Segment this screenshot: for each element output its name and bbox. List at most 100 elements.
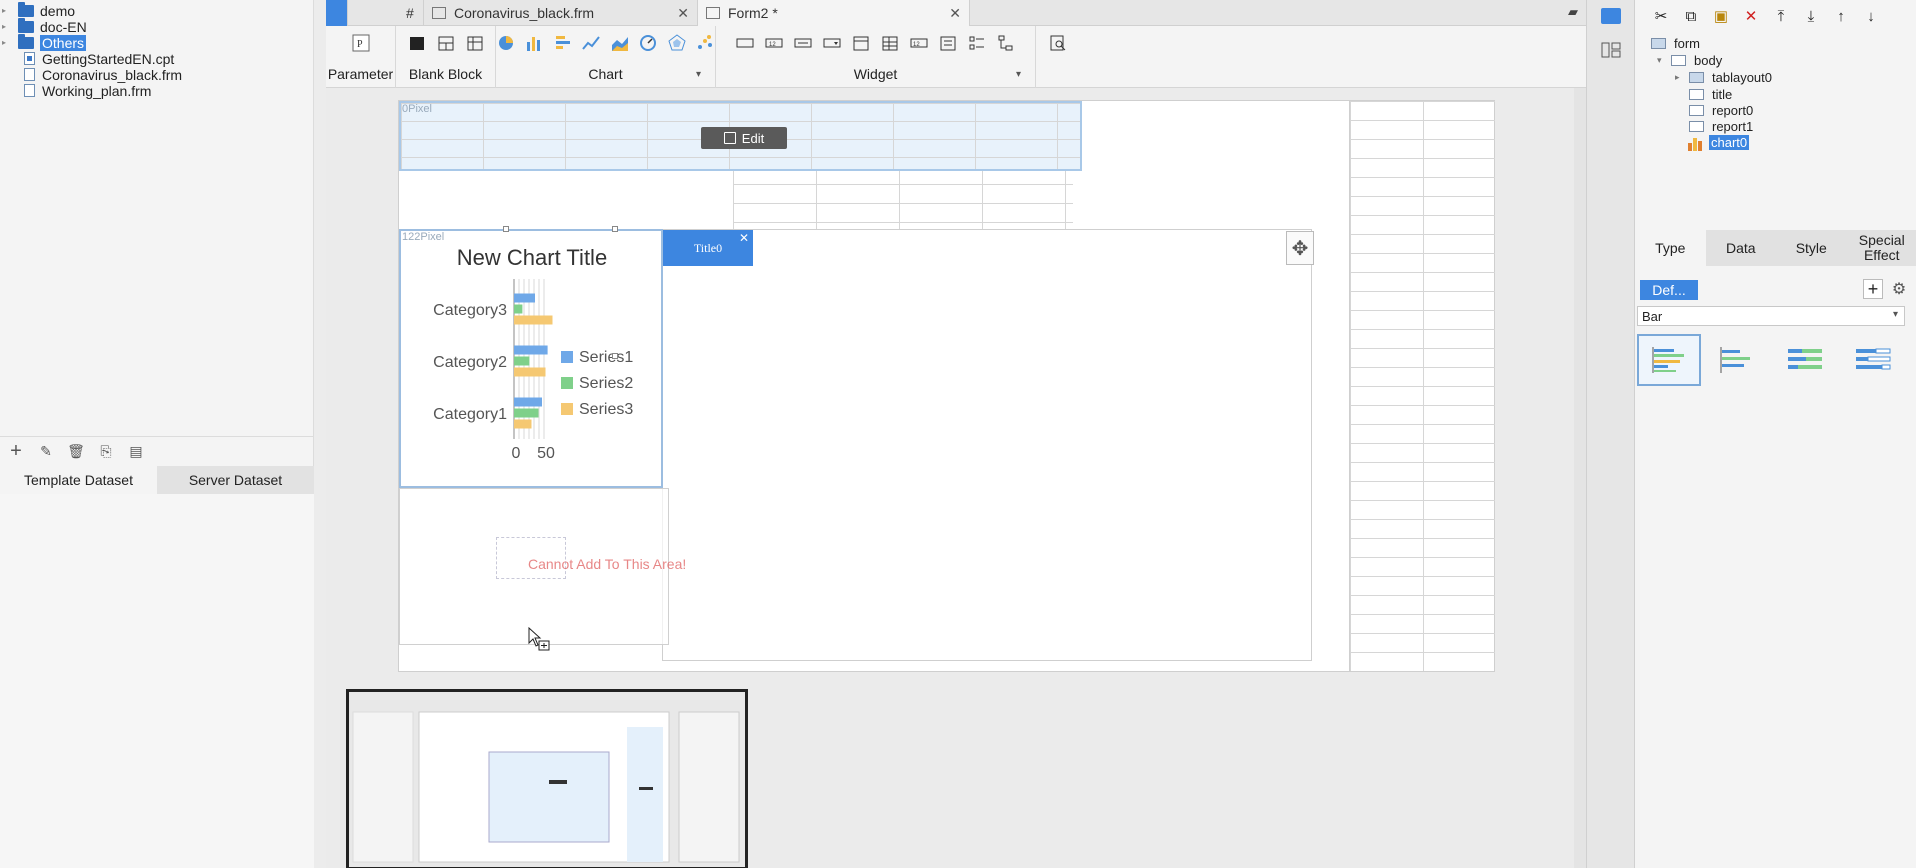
move-top-icon[interactable]: ⤒ bbox=[1769, 4, 1793, 28]
block-grid-icon[interactable] bbox=[465, 34, 485, 52]
resize-handle[interactable] bbox=[612, 226, 618, 232]
paste-icon[interactable]: ▣ bbox=[1709, 4, 1733, 28]
subtype-bar-variant[interactable] bbox=[1705, 334, 1769, 386]
add-chart-button[interactable]: + bbox=[1863, 279, 1883, 299]
dataset-settings-icon[interactable]: ▤ bbox=[126, 443, 146, 460]
table-widget-icon[interactable] bbox=[880, 34, 900, 52]
tree-node-chart0[interactable]: chart0 bbox=[1687, 133, 1750, 152]
tab-special-effect[interactable]: Special Effect bbox=[1847, 230, 1916, 266]
grid-toggle-icon[interactable]: # bbox=[400, 0, 424, 26]
chevron-down-icon[interactable]: ▾ bbox=[696, 69, 701, 80]
widget-manager-icon[interactable] bbox=[1601, 8, 1621, 24]
tree-node-label: report1 bbox=[1712, 119, 1754, 134]
area-chart-icon[interactable] bbox=[610, 34, 630, 52]
ribbon-label: Chart bbox=[588, 66, 623, 82]
date-widget-icon[interactable] bbox=[851, 34, 871, 52]
tab-data[interactable]: Data bbox=[1706, 230, 1777, 266]
move-down-icon[interactable]: ↓ bbox=[1859, 4, 1883, 28]
tree-node-label: chart0 bbox=[1709, 135, 1750, 150]
subtype-clustered-bar[interactable] bbox=[1637, 334, 1701, 386]
delete-trash-icon[interactable]: 🗑 bbox=[66, 443, 86, 460]
tab-list-icon[interactable]: ▰ bbox=[1568, 4, 1578, 20]
gear-icon[interactable]: ⚙ bbox=[1889, 279, 1909, 299]
number-widget-icon[interactable]: 12 bbox=[764, 34, 784, 52]
close-icon[interactable]: ✕ bbox=[949, 5, 961, 22]
edit-button[interactable]: Edit bbox=[701, 127, 787, 149]
chart-bar bbox=[514, 293, 535, 303]
tab-layout[interactable]: Title0 ✕ ✥ bbox=[662, 229, 1314, 661]
chevron-down-icon: ▾ bbox=[1892, 309, 1898, 320]
checkbox-widget-icon[interactable] bbox=[967, 34, 987, 52]
cut-icon[interactable]: ✂ bbox=[1649, 4, 1673, 28]
delete-icon[interactable]: ✕ bbox=[1739, 4, 1763, 28]
subtype-percent-bar[interactable] bbox=[1841, 334, 1905, 386]
tab-form2[interactable]: Form2 * ✕ bbox=[698, 0, 970, 26]
vertical-scrollbar[interactable] bbox=[1574, 88, 1586, 868]
x-tick-label: 50 bbox=[537, 445, 555, 462]
chart-type-value: Bar bbox=[1642, 308, 1663, 324]
property-tabs: Type Data Style Special Effect bbox=[1635, 230, 1916, 266]
expand-caret-icon[interactable]: ▸ bbox=[2, 6, 10, 15]
chart-bar bbox=[514, 419, 532, 429]
chart-widget[interactable]: 122Pixel New Chart Title Category1 Categor… bbox=[399, 229, 663, 488]
move-bottom-icon[interactable]: ⤓ bbox=[1799, 4, 1823, 28]
tab-label: Form2 * bbox=[728, 5, 778, 21]
layout-panel-icon[interactable] bbox=[1601, 42, 1621, 58]
menu-dropdown-icon[interactable] bbox=[326, 0, 348, 26]
preview-icon[interactable]: ⎘ bbox=[96, 443, 116, 460]
line-chart-icon[interactable] bbox=[582, 34, 602, 52]
default-chart-button[interactable]: Def... bbox=[1640, 280, 1698, 300]
close-icon[interactable]: ✕ bbox=[739, 231, 749, 245]
drag-preview: Cannot Add To This Area! bbox=[399, 488, 686, 651]
move-up-icon[interactable]: ↑ bbox=[1829, 4, 1853, 28]
report-block[interactable]: 0Pixel Edit bbox=[399, 101, 1082, 171]
block-height-label: 0Pixel bbox=[402, 103, 432, 115]
tab-coronavirus-black[interactable]: Coronavirus_black.frm ✕ bbox=[424, 0, 698, 26]
dataset-tabs: Template Dataset Server Dataset bbox=[0, 466, 314, 494]
move-handle-icon[interactable]: ✥ bbox=[1286, 231, 1314, 265]
tree-item-working-plan[interactable]: Working_plan.frm bbox=[0, 81, 151, 100]
expand-caret-icon[interactable]: ▸ bbox=[2, 22, 10, 31]
report-node-icon bbox=[1689, 105, 1704, 116]
text-widget-icon[interactable] bbox=[735, 34, 755, 52]
block-split-icon[interactable] bbox=[436, 34, 456, 52]
tab-template-dataset[interactable]: Template Dataset bbox=[0, 466, 157, 494]
close-icon[interactable]: ✕ bbox=[677, 5, 689, 22]
resize-handle[interactable] bbox=[612, 353, 618, 359]
dropdown-widget-icon[interactable] bbox=[822, 34, 842, 52]
scatter-chart-icon[interactable] bbox=[696, 34, 716, 52]
pie-chart-icon[interactable] bbox=[496, 34, 516, 52]
expand-caret-icon[interactable]: ▸ bbox=[2, 38, 10, 47]
button-widget-icon[interactable] bbox=[793, 34, 813, 52]
form-body[interactable]: 0Pixel Edit Title0 ✕ ✥ 122Pixel New Char… bbox=[398, 100, 1495, 672]
subtype-stacked-bar[interactable] bbox=[1773, 334, 1837, 386]
column-chart-icon[interactable] bbox=[525, 34, 545, 52]
collapse-caret-icon[interactable]: ▾ bbox=[1657, 55, 1667, 66]
block-absolute-icon[interactable] bbox=[407, 34, 427, 52]
chart-type-select[interactable]: Bar ▾ bbox=[1637, 306, 1905, 326]
chart-bar bbox=[514, 367, 546, 377]
ribbon-group-blank-block: Blank Block bbox=[396, 26, 496, 88]
tab-type[interactable]: Type bbox=[1635, 230, 1706, 266]
svg-text:12: 12 bbox=[769, 42, 776, 48]
copy-icon[interactable]: ⧉ bbox=[1679, 4, 1703, 28]
radar-chart-icon[interactable] bbox=[667, 34, 687, 52]
tree-widget-icon[interactable] bbox=[996, 34, 1016, 52]
tree-node-label: title bbox=[1712, 87, 1733, 102]
category-label: Category3 bbox=[433, 302, 507, 319]
search-widget-icon[interactable] bbox=[1048, 34, 1068, 52]
add-dataset-icon[interactable]: + bbox=[6, 440, 26, 463]
tab-style[interactable]: Style bbox=[1776, 230, 1847, 266]
form-canvas: 0Pixel Edit Title0 ✕ ✥ 122Pixel New Char… bbox=[326, 88, 1586, 868]
chevron-down-icon[interactable]: ▾ bbox=[1016, 69, 1021, 80]
edit-pencil-icon[interactable]: ✎ bbox=[36, 443, 56, 460]
expand-caret-icon[interactable]: ▸ bbox=[1675, 72, 1685, 83]
parameter-icon[interactable]: P bbox=[351, 34, 371, 52]
list-widget-icon[interactable] bbox=[938, 34, 958, 52]
bar-chart-icon[interactable] bbox=[553, 34, 573, 52]
label-widget-icon[interactable]: 12 bbox=[909, 34, 929, 52]
resize-handle[interactable] bbox=[503, 226, 509, 232]
chart-bar bbox=[514, 397, 542, 407]
gauge-chart-icon[interactable] bbox=[639, 34, 659, 52]
tab-server-dataset[interactable]: Server Dataset bbox=[157, 466, 314, 494]
